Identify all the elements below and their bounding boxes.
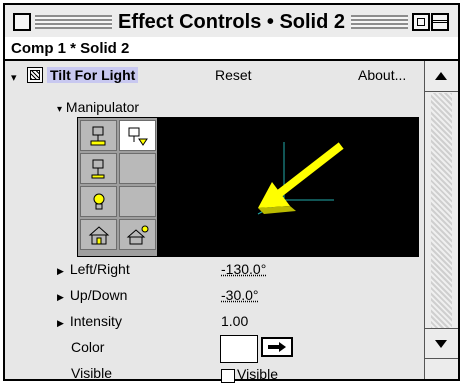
visible-checkbox[interactable] bbox=[221, 369, 235, 383]
visible-label: Visible bbox=[71, 365, 112, 381]
eyedropper-icon bbox=[268, 342, 286, 352]
light-rotate-icon bbox=[90, 126, 105, 145]
scroll-down-arrow-icon[interactable] bbox=[425, 328, 458, 359]
left-right-disclosure-icon[interactable]: ▶ bbox=[57, 266, 64, 276]
effect-enable-icon[interactable] bbox=[27, 67, 43, 83]
tool-light-rotate[interactable] bbox=[80, 120, 117, 151]
reset-button[interactable]: Reset bbox=[215, 67, 252, 83]
effect-controls-window: Effect Controls • Solid 2 Comp 1 * Solid… bbox=[3, 3, 460, 383]
zoom-box[interactable] bbox=[412, 13, 430, 31]
up-down-value[interactable]: -30.0° bbox=[221, 287, 259, 303]
tool-light-tilt[interactable] bbox=[119, 120, 156, 151]
window-title: Effect Controls • Solid 2 bbox=[111, 11, 352, 33]
light-direction-arrow bbox=[258, 142, 344, 214]
comp-header: Comp 1 * Solid 2 bbox=[5, 37, 458, 61]
effect-name: Tilt For Light bbox=[47, 67, 139, 83]
scroll-track[interactable] bbox=[431, 93, 452, 329]
manipulator-toolbox bbox=[77, 117, 159, 257]
tool-light-bulb[interactable] bbox=[80, 186, 117, 217]
light-height-icon bbox=[91, 159, 104, 178]
left-right-value[interactable]: -130.0° bbox=[221, 261, 266, 277]
eyedropper-button[interactable] bbox=[261, 337, 293, 357]
color-label: Color bbox=[71, 339, 105, 355]
tool-house-sun[interactable] bbox=[119, 219, 156, 250]
color-swatch[interactable] bbox=[220, 335, 258, 363]
light-preview-viewport[interactable] bbox=[157, 117, 419, 257]
house-icon bbox=[88, 225, 109, 244]
left-right-label[interactable]: ▶ Left/Right bbox=[57, 261, 130, 277]
effect-panel: ▾ Tilt For Light Reset About... ▾ Manipu… bbox=[5, 61, 428, 383]
about-button[interactable]: About... bbox=[358, 67, 406, 83]
light-bulb-icon bbox=[93, 193, 104, 209]
intensity-label[interactable]: ▶ Intensity bbox=[57, 313, 122, 329]
scroll-up-arrow-icon[interactable] bbox=[425, 61, 458, 92]
effect-disclosure-icon[interactable]: ▾ bbox=[11, 71, 17, 84]
up-down-label[interactable]: ▶ Up/Down bbox=[57, 287, 127, 303]
tool-light-height[interactable] bbox=[80, 153, 117, 184]
intensity-value[interactable]: 1.00 bbox=[221, 313, 248, 329]
up-down-disclosure-icon[interactable]: ▶ bbox=[57, 292, 64, 302]
vertical-scrollbar[interactable] bbox=[424, 61, 458, 379]
resize-grow-box[interactable] bbox=[425, 358, 458, 379]
light-tilt-icon bbox=[128, 127, 148, 146]
visible-checkbox-label[interactable]: Visible bbox=[237, 366, 278, 382]
tool-empty-slot-2 bbox=[119, 186, 156, 217]
title-bar[interactable]: Effect Controls • Solid 2 bbox=[5, 5, 458, 39]
manipulator-disclosure-icon[interactable]: ▾ bbox=[57, 104, 62, 115]
intensity-disclosure-icon[interactable]: ▶ bbox=[57, 318, 64, 328]
tool-empty-slot bbox=[119, 153, 156, 184]
collapse-box[interactable] bbox=[431, 13, 449, 31]
tool-house-light[interactable] bbox=[80, 219, 117, 250]
house-sun-icon bbox=[126, 225, 148, 244]
manipulator-label[interactable]: ▾ Manipulator bbox=[57, 99, 139, 115]
